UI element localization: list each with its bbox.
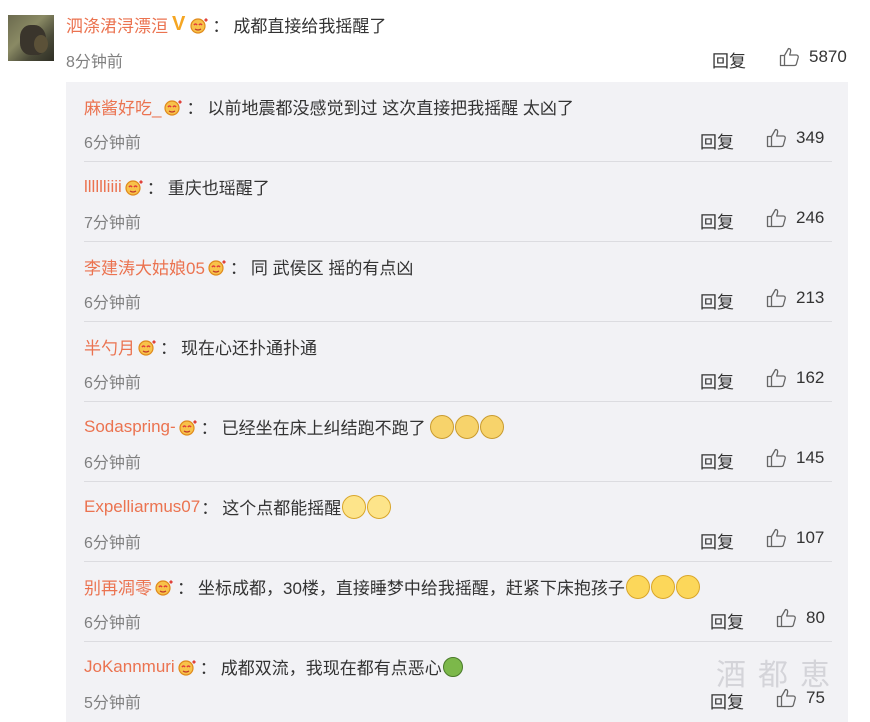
like-button[interactable]: 349 <box>766 128 824 148</box>
reply-line: JoKannmuri ： 成都双流，我现在都有点恶心 <box>84 654 463 679</box>
doge-emoji-icon <box>429 414 454 439</box>
like-count: 145 <box>796 448 825 467</box>
reply-text: 这个点都能摇醒 <box>222 499 342 518</box>
reply-button[interactable]: 回复 <box>700 448 734 473</box>
reply-item: Sodaspring- ： 已经坐在床上纠结跑不跑了 6分钟前 回复 145 <box>66 402 848 482</box>
reply-text: 重庆也瑶醒了 <box>167 179 270 198</box>
verified-v-icon: V <box>172 13 186 35</box>
reply-time: 5分钟前 <box>84 695 141 712</box>
reply-time: 6分钟前 <box>84 455 141 472</box>
reply-text: 以前地震都没感觉到过 这次直接把我摇醒 太凶了 <box>207 99 574 118</box>
reply-time: 6分钟前 <box>84 535 141 552</box>
username-link[interactable]: 麻酱好吃_ <box>84 94 161 119</box>
smile-emoji-icon <box>342 494 367 519</box>
reply-item: 麻酱好吃_ ： 以前地震都没感觉到过 这次直接把我摇醒 太凶了 6分钟前 回复 … <box>66 82 848 162</box>
reply-button[interactable]: 回复 <box>712 47 746 72</box>
smile-emoji-icon <box>367 494 392 519</box>
username-link[interactable]: lllllliiii <box>84 177 122 197</box>
main-comment-line: 泗涤涒浔漂洹 V ： 成都直接给我摇醒了 <box>66 12 387 37</box>
crying-emoji-icon <box>625 574 650 599</box>
reply-text: 同 武侯区 摇的有点凶 <box>250 259 414 278</box>
reply-button[interactable]: 回复 <box>700 368 734 393</box>
like-button[interactable]: 80 <box>776 608 825 628</box>
reply-text: 成都双流，我现在都有点恶心 <box>220 659 442 678</box>
member-badge-icon <box>178 418 200 436</box>
member-badge-icon <box>207 258 229 276</box>
like-count: 107 <box>796 528 825 547</box>
reply-item: 半勺月 ： 现在心还扑通扑通 6分钟前 回复 162 <box>66 322 848 402</box>
reply-button[interactable]: 回复 <box>700 128 734 153</box>
reply-time: 7分钟前 <box>84 215 141 232</box>
reply-item: 别再凋零 ： 坐标成都，30楼，直接睡梦中给我摇醒，赶紧下床抱孩子 6分钟前 回… <box>66 562 848 642</box>
reply-time: 6分钟前 <box>84 615 141 632</box>
like-button[interactable]: 162 <box>766 368 824 388</box>
reply-line: lllllliiii ： 重庆也瑶醒了 <box>84 174 270 199</box>
reply-line: 别再凋零 ： 坐标成都，30楼，直接睡梦中给我摇醒，赶紧下床抱孩子 <box>84 574 700 599</box>
reply-time: 6分钟前 <box>84 135 141 152</box>
reply-time: 6分钟前 <box>84 295 141 312</box>
reply-button[interactable]: 回复 <box>710 608 744 633</box>
thumbs-up-icon <box>766 128 786 148</box>
comment-text: 成都直接给我摇醒了 <box>233 17 387 36</box>
reply-item: lllllliiii ： 重庆也瑶醒了 7分钟前 回复 246 <box>66 162 848 242</box>
doge-emoji-icon <box>454 414 479 439</box>
crying-emoji-icon <box>650 574 675 599</box>
thumbs-up-icon <box>779 47 799 67</box>
reply-line: Sodaspring- ： 已经坐在床上纠结跑不跑了 <box>84 414 504 439</box>
reply-button[interactable]: 回复 <box>700 528 734 553</box>
doge-emoji-icon <box>479 414 504 439</box>
member-badge-icon <box>154 578 176 596</box>
member-badge-icon <box>137 338 159 356</box>
like-count: 162 <box>796 368 825 387</box>
reply-line: Expelliarmus07 ： 这个点都能摇醒 <box>84 494 392 519</box>
reply-text: 已经坐在床上纠结跑不跑了 <box>221 419 426 438</box>
username-link[interactable]: Expelliarmus07 <box>84 497 200 517</box>
reply-line: 半勺月 ： 现在心还扑通扑通 <box>84 334 317 359</box>
username-link[interactable]: JoKannmuri <box>84 657 175 677</box>
watermark: 酒都恵 <box>716 659 842 692</box>
reply-time: 6分钟前 <box>84 375 141 392</box>
username-link[interactable]: 泗涤涒浔漂洹 <box>66 12 168 37</box>
reply-item: 李建涛大姑娘05 ： 同 武侯区 摇的有点凶 6分钟前 回复 213 <box>66 242 848 322</box>
reply-item: Expelliarmus07 ： 这个点都能摇醒 6分钟前 回复 107 <box>66 482 848 562</box>
avatar[interactable] <box>8 15 54 61</box>
member-badge-icon <box>189 16 211 34</box>
like-count: 80 <box>806 608 825 627</box>
username-link[interactable]: 半勺月 <box>84 334 135 359</box>
username-link[interactable]: Sodaspring- <box>84 417 176 437</box>
like-count: 246 <box>796 208 825 227</box>
nauseous-emoji-icon <box>442 656 463 677</box>
username-link[interactable]: 别再凋零 <box>84 574 152 599</box>
like-button[interactable]: 213 <box>766 288 824 308</box>
reply-line: 麻酱好吃_ ： 以前地震都没感觉到过 这次直接把我摇醒 太凶了 <box>84 94 574 119</box>
like-button[interactable]: 5870 <box>779 47 847 67</box>
member-badge-icon <box>163 98 185 116</box>
username-link[interactable]: 李建涛大姑娘05 <box>84 254 205 279</box>
thumbs-up-icon <box>766 528 786 548</box>
like-button[interactable]: 145 <box>766 448 824 468</box>
main-comment: 泗涤涒浔漂洹 V ： 成都直接给我摇醒了 8分钟前 回复 5870 <box>0 0 870 80</box>
like-button[interactable]: 107 <box>766 528 824 548</box>
reply-line: 李建涛大姑娘05 ： 同 武侯区 摇的有点凶 <box>84 254 413 279</box>
reply-button[interactable]: 回复 <box>700 288 734 313</box>
like-count: 213 <box>796 288 825 307</box>
thumbs-up-icon <box>776 608 796 628</box>
like-count: 349 <box>796 128 825 147</box>
thumbs-up-icon <box>766 448 786 468</box>
reply-button[interactable]: 回复 <box>700 208 734 233</box>
member-badge-icon <box>177 658 199 676</box>
like-count: 5870 <box>809 47 847 66</box>
thumbs-up-icon <box>766 368 786 388</box>
thumbs-up-icon <box>766 288 786 308</box>
member-badge-icon <box>124 178 146 196</box>
thumbs-up-icon <box>766 208 786 228</box>
reply-text: 现在心还扑通扑通 <box>181 339 317 358</box>
crying-emoji-icon <box>675 574 700 599</box>
reply-text: 坐标成都，30楼，直接睡梦中给我摇醒，赶紧下床抱孩子 <box>198 579 625 598</box>
comment-time: 8分钟前 <box>66 54 123 71</box>
replies-panel: 麻酱好吃_ ： 以前地震都没感觉到过 这次直接把我摇醒 太凶了 6分钟前 回复 … <box>66 82 848 722</box>
like-button[interactable]: 246 <box>766 208 824 228</box>
